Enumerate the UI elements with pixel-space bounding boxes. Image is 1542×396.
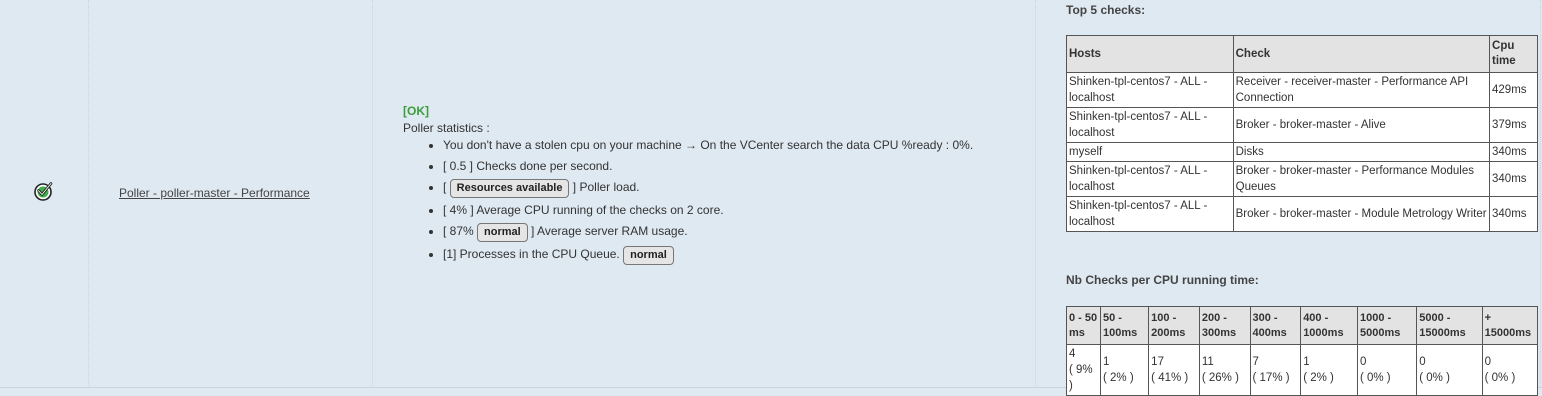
nb-checks-percent: ( 41% ): [1151, 372, 1189, 384]
output-line-text: [ 4% ] Average CPU running of the checks…: [443, 203, 724, 217]
column-divider: [88, 0, 89, 388]
output-line-text: [ 87%: [443, 224, 478, 238]
output-line-text: ] Average server RAM usage.: [527, 224, 688, 238]
cpu-time-cell: 429ms: [1489, 72, 1538, 108]
output-status: [OK]: [403, 104, 429, 118]
status-badge: normal: [477, 223, 528, 242]
check-cell: Disks: [1232, 142, 1491, 162]
nb-checks-count: 1: [1102, 356, 1110, 368]
output-lines: You don't have a stolen cpu on your mach…: [403, 137, 973, 265]
host-cell: Shinken-tpl-centos7 - ALL - localhost: [1066, 161, 1234, 197]
table-row: Shinken-tpl-centos7 - ALL - localhost Bro…: [1066, 107, 1538, 143]
nb-checks-percent: ( 9% ): [1069, 364, 1093, 392]
cpu-time-cell: 340ms: [1489, 142, 1538, 162]
nb-checks-count: 0: [1359, 356, 1367, 368]
column-divider: [372, 0, 373, 388]
cpu-time-cell: 340ms: [1489, 161, 1538, 197]
top5-header-cell: Check: [1232, 35, 1491, 73]
nb-checks-count: 0: [1419, 356, 1426, 368]
nb-checks-header-cell: 400 - 1000ms: [1300, 306, 1358, 345]
output-line-text: [: [443, 180, 450, 194]
nb-checks-percent: ( 2% ): [1303, 372, 1334, 384]
nb-checks-percent: ( 17% ): [1252, 372, 1290, 384]
ok-check-circle-icon: [34, 182, 53, 201]
check-output: [OK] Poller statistics : You don't have …: [403, 103, 973, 269]
output-line: [1] Processes in the CPU Queue. normal: [443, 246, 973, 265]
nb-checks-count: 0: [1484, 356, 1492, 368]
check-cell: Broker - broker-master - Alive: [1232, 107, 1491, 143]
host-cell: Shinken-tpl-centos7 - ALL - localhost: [1066, 72, 1234, 108]
table-row: Shinken-tpl-centos7 - ALL - localhost Bro…: [1066, 196, 1538, 232]
nb-checks-percent: ( 26% ): [1201, 372, 1239, 384]
output-line: You don't have a stolen cpu on your mach…: [443, 137, 973, 154]
nb-checks-percent: ( 0% ): [1359, 372, 1391, 384]
nb-checks-title: Nb Checks per CPU running time:: [1066, 273, 1259, 287]
top5-table: Hosts Check Cpu time Shinken-tpl-centos7 -…: [1066, 35, 1538, 232]
check-cell: Broker - broker-master - Module Metrolog…: [1232, 196, 1491, 232]
nb-checks-count: 11: [1201, 356, 1214, 368]
nb-checks-header-cell: 50 - 100ms: [1099, 306, 1150, 345]
nb-checks-count: 17: [1151, 356, 1164, 368]
nb-checks-percent: ( 0% ): [1484, 372, 1516, 384]
nb-checks-percent: ( 0% ): [1419, 372, 1450, 384]
nb-checks-count: 4: [1069, 348, 1076, 360]
host-cell: Shinken-tpl-centos7 - ALL - localhost: [1066, 196, 1234, 232]
output-line: [ 4% ] Average CPU running of the checks…: [443, 202, 973, 219]
output-line-text: [ 0.5 ] Checks done per second.: [443, 159, 613, 173]
output-line: [ Resources available ] Poller load.: [443, 179, 973, 198]
nb-checks-header-cell: + 15000ms: [1481, 306, 1539, 345]
column-divider: [1540, 0, 1541, 388]
nb-checks-header-cell: 1000 - 5000ms: [1356, 306, 1418, 345]
nb-checks-header-cell: 100 - 200ms: [1148, 306, 1200, 345]
top5-title: Top 5 checks:: [1066, 3, 1146, 17]
top5-header-cell: Hosts: [1066, 35, 1234, 73]
status-badge: normal: [623, 246, 674, 265]
output-heading: Poller statistics :: [403, 121, 490, 135]
status-badge: Resources available: [449, 179, 570, 198]
output-line-text: ] Poller load.: [569, 180, 640, 194]
nb-checks-count: 1: [1303, 356, 1310, 368]
output-line-text: You don't have a stolen cpu on your mach…: [443, 138, 974, 152]
nb-checks-header-cell: 200 - 300ms: [1198, 306, 1251, 345]
table-row: myself Disks 340ms: [1066, 142, 1538, 162]
nb-checks-table: 0 - 50 ms 50 - 100ms 100 - 200ms 200 - 300m…: [1066, 306, 1539, 396]
check-cell: Receiver - receiver-master - Performance…: [1232, 72, 1491, 108]
table-row: Shinken-tpl-centos7 - ALL - localhost Bro…: [1066, 161, 1538, 197]
host-cell: myself: [1066, 142, 1234, 162]
nb-checks-header-cell: 0 - 50 ms: [1066, 306, 1101, 345]
nb-checks-header-cell: 5000 - 15000ms: [1416, 306, 1483, 345]
check-cell: Broker - broker-master - Performance Mod…: [1232, 161, 1491, 197]
nb-checks-count: 7: [1252, 356, 1259, 368]
output-line-text: [1] Processes in the CPU Queue.: [443, 247, 624, 261]
cpu-time-cell: 340ms: [1489, 196, 1538, 232]
output-line: [ 0.5 ] Checks done per second.: [443, 158, 973, 175]
nb-checks-percent: ( 2% ): [1102, 372, 1134, 384]
nb-checks-header-cell: 300 - 400ms: [1249, 306, 1302, 345]
cpu-time-cell: 379ms: [1489, 107, 1538, 143]
table-row: Shinken-tpl-centos7 - ALL - localhost Rec…: [1066, 72, 1538, 108]
column-divider: [1035, 0, 1036, 388]
check-name-link[interactable]: Poller - poller-master - Performance: [119, 186, 310, 200]
top5-header-cell: Cpu time: [1489, 35, 1538, 73]
host-cell: Shinken-tpl-centos7 - ALL - localhost: [1066, 107, 1234, 143]
output-line: [ 87% normal ] Average server RAM usage.: [443, 223, 973, 242]
